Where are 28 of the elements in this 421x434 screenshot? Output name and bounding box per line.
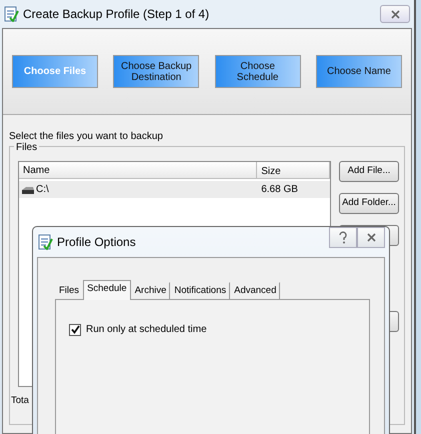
tab[interactable]: Files bbox=[55, 282, 84, 299]
document-check-icon bbox=[38, 234, 53, 250]
help-icon bbox=[338, 231, 348, 244]
dialog-title: Profile Options bbox=[57, 234, 136, 251]
window-title: Create Backup Profile (Step 1 of 4) bbox=[23, 6, 210, 23]
file-row[interactable]: C:\ 6.68 GB bbox=[19, 181, 330, 198]
table-cell-text: C:\ bbox=[36, 183, 49, 197]
checkbox[interactable] bbox=[69, 324, 81, 336]
document-check-icon bbox=[4, 6, 19, 22]
step-button[interactable]: Choose Schedule bbox=[214, 55, 301, 88]
close-icon bbox=[388, 8, 402, 20]
column-header[interactable]: Name bbox=[19, 162, 258, 178]
drive-icon bbox=[21, 184, 35, 194]
list-button[interactable]: Add Folder... bbox=[339, 193, 399, 214]
list-button[interactable]: Add File... bbox=[339, 161, 399, 182]
total-label: Tota bbox=[11, 394, 29, 408]
table-cell-text: 6.68 GB bbox=[260, 183, 299, 197]
close-button[interactable] bbox=[357, 227, 385, 248]
tab[interactable]: Schedule bbox=[83, 280, 131, 300]
check-icon bbox=[70, 325, 80, 334]
help-button[interactable] bbox=[329, 227, 357, 248]
step-button[interactable]: Choose Name bbox=[316, 55, 402, 88]
instruction-text: Select the files you want to backup bbox=[9, 130, 164, 142]
close-icon bbox=[364, 231, 378, 244]
step-button[interactable]: Choose Backup Destination bbox=[113, 55, 200, 88]
column-header[interactable]: Size bbox=[257, 162, 330, 178]
close-button[interactable] bbox=[380, 5, 410, 23]
checkbox-label: Run only at scheduled time bbox=[86, 323, 207, 337]
